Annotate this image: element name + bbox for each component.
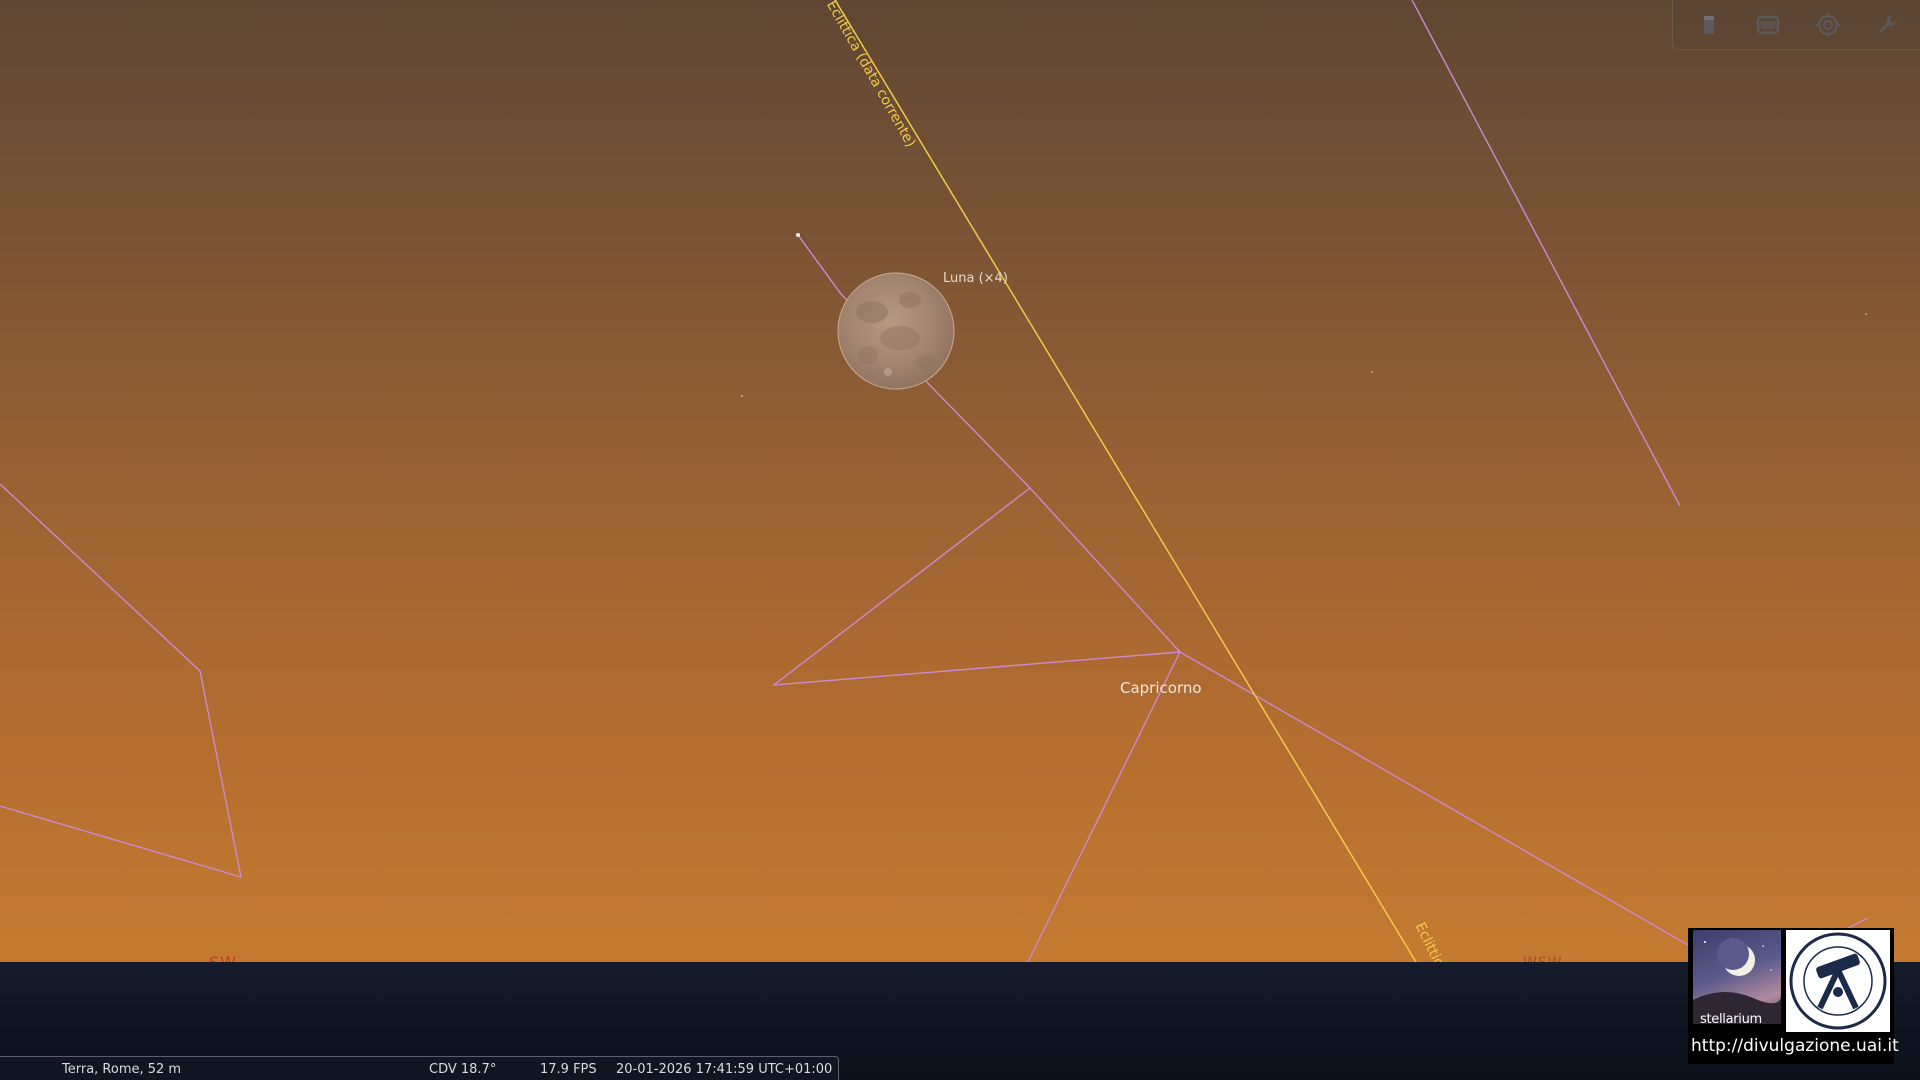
constellation-line-far-right xyxy=(1411,0,1681,507)
moon[interactable] xyxy=(837,272,955,390)
top-right-toolbar xyxy=(1672,0,1920,50)
status-fps: 17.9 FPS xyxy=(540,1062,597,1077)
uai-seal-icon xyxy=(1789,932,1887,1030)
screen-mode-button[interactable] xyxy=(1748,5,1788,45)
constellation-line-down xyxy=(1027,651,1181,962)
sky-view[interactable]: Luna (×4) Capricorno Eclittica (data cor… xyxy=(0,0,1920,972)
uai-logo xyxy=(1786,930,1890,1032)
logo-url[interactable]: http://divulgazione.uai.it xyxy=(1691,1036,1899,1056)
target-icon xyxy=(1815,12,1840,37)
constellation-label: Capricorno xyxy=(1120,679,1202,697)
status-datetime[interactable]: 20-01-2026 17:41:59 UTC+01:00 xyxy=(616,1062,832,1077)
screen-mode-icon xyxy=(1757,15,1780,34)
status-location[interactable]: Terra, Rome, 52 m xyxy=(62,1062,181,1077)
status-bar: Terra, Rome, 52 m CDV 18.7° 17.9 FPS 20-… xyxy=(0,1056,839,1080)
observation-settings-icon xyxy=(1703,15,1714,34)
stellarium-window[interactable]: Luna (×4) Capricorno Eclittica (data cor… xyxy=(0,0,1920,1080)
status-fov: CDV 18.7° xyxy=(429,1062,497,1077)
settings-wrench-button[interactable] xyxy=(1867,5,1907,45)
observation-settings-button[interactable] xyxy=(1689,5,1729,45)
stellarium-logo-text: stellarium xyxy=(1700,1012,1762,1024)
constellation-lines xyxy=(0,0,1869,962)
target-button[interactable] xyxy=(1808,5,1848,45)
logo-overlay: stellarium http://divulgazione.uai.it xyxy=(1688,928,1899,1064)
crescent-moon-icon xyxy=(1693,938,1781,1024)
constellation-line-left xyxy=(0,483,242,878)
constellation-line-triangle xyxy=(771,487,1181,686)
moon-label: Luna (×4) xyxy=(943,271,1008,286)
ecliptic-line xyxy=(834,0,1417,962)
sky-lines xyxy=(0,0,1869,962)
settings-wrench-icon xyxy=(1878,14,1898,34)
stellarium-logo: stellarium xyxy=(1693,930,1781,1024)
